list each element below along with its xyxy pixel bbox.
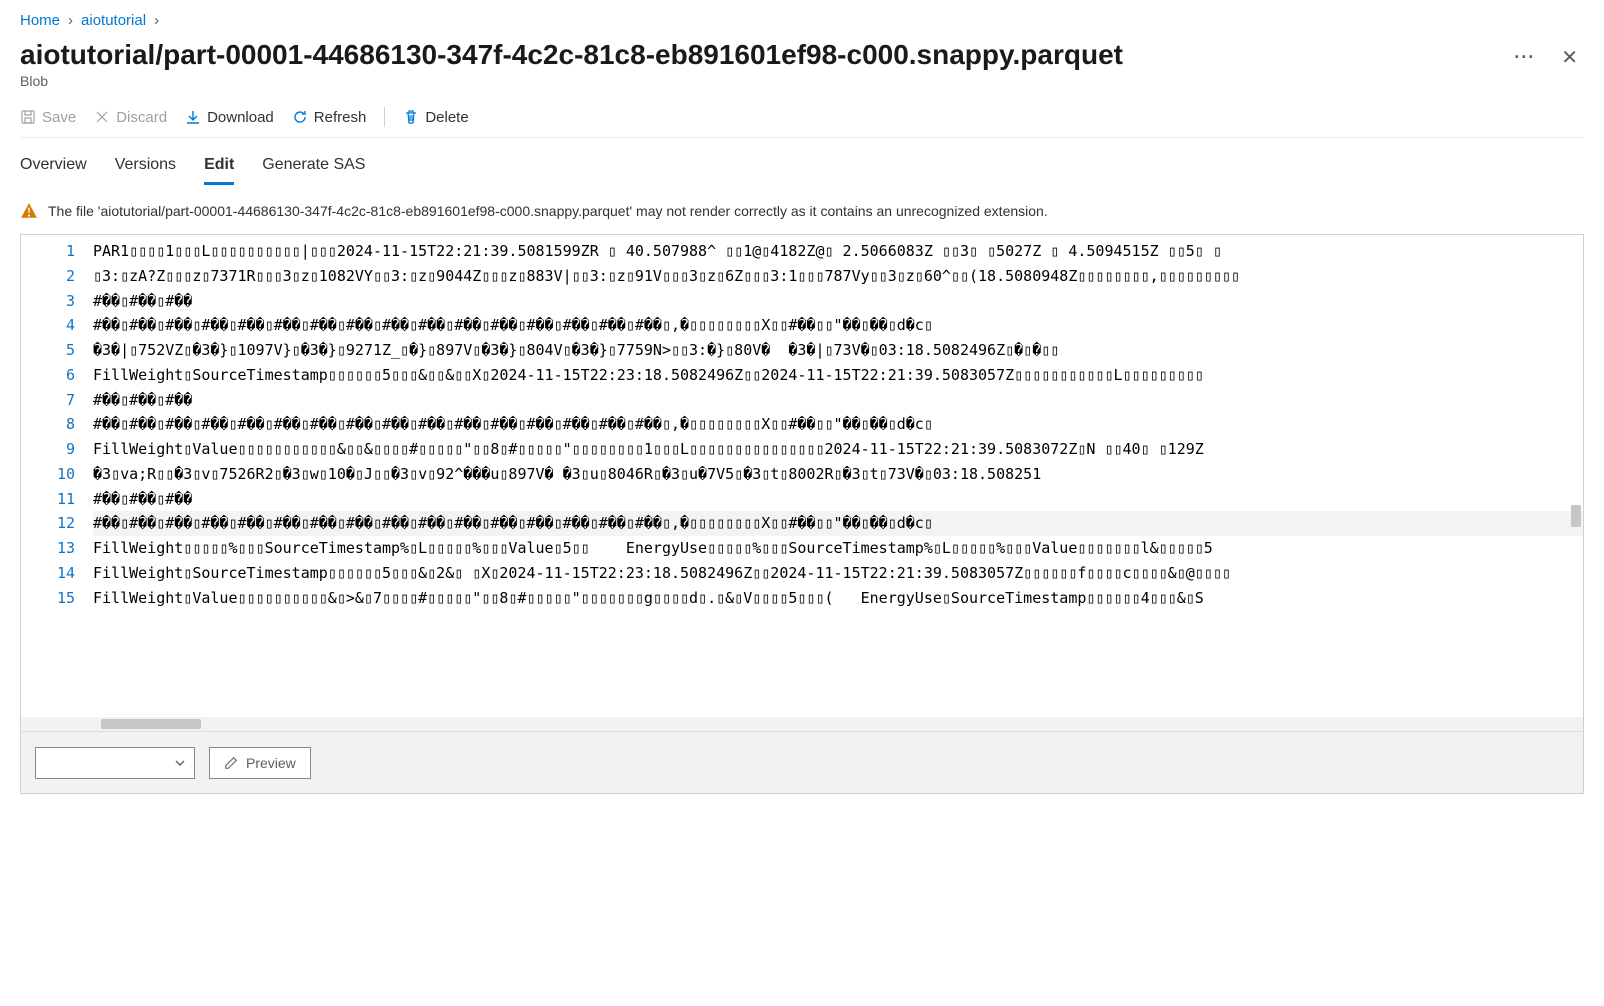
- toolbar: Save Discard Download Refresh Delete: [20, 107, 1584, 138]
- more-actions-button[interactable]: ···: [1514, 47, 1535, 68]
- breadcrumb-separator: ›: [68, 12, 73, 29]
- editor-footer: Preview: [21, 731, 1583, 793]
- tab-versions[interactable]: Versions: [115, 156, 176, 185]
- code-line[interactable]: FillWeight▯SourceTimestamp▯▯▯▯▯▯5▯▯▯&▯▯&…: [93, 363, 1583, 388]
- download-icon: [185, 109, 201, 125]
- tab-generate-sas[interactable]: Generate SAS: [262, 156, 365, 185]
- warning-banner: The file 'aiotutorial/part-00001-4468613…: [20, 202, 1584, 220]
- code-line[interactable]: FillWeight▯SourceTimestamp▯▯▯▯▯▯5▯▯▯&▯2&…: [93, 561, 1583, 586]
- breadcrumb-separator: ›: [154, 12, 159, 29]
- line-number: 2: [29, 264, 75, 289]
- code-line[interactable]: FillWeight▯Value▯▯▯▯▯▯▯▯▯▯&▯>&▯7▯▯▯▯#▯▯▯…: [93, 586, 1583, 611]
- breadcrumb-folder[interactable]: aiotutorial: [81, 12, 146, 29]
- line-gutter: 123456789101112131415: [21, 235, 93, 717]
- download-label: Download: [207, 109, 274, 126]
- chevron-down-icon: [174, 757, 186, 769]
- tab-edit[interactable]: Edit: [204, 156, 234, 185]
- line-number: 8: [29, 412, 75, 437]
- code-line[interactable]: #��▯#��▯#��▯#��▯#��▯#��▯#��▯#��▯#��▯#��▯…: [93, 511, 1583, 536]
- refresh-icon: [292, 109, 308, 125]
- close-button[interactable]: ✕: [1555, 48, 1584, 68]
- code-line[interactable]: #��▯#��▯#��: [93, 487, 1583, 512]
- discard-button[interactable]: Discard: [94, 109, 167, 126]
- save-label: Save: [42, 109, 76, 126]
- line-number: 13: [29, 536, 75, 561]
- page-subtitle: Blob: [20, 73, 1123, 89]
- delete-button[interactable]: Delete: [403, 109, 468, 126]
- toolbar-separator: [384, 107, 385, 127]
- line-number: 5: [29, 338, 75, 363]
- line-number: 9: [29, 437, 75, 462]
- code-area[interactable]: PAR1▯▯▯▯1▯▯▯L▯▯▯▯▯▯▯▯▯▯|▯▯▯2024-11-15T22…: [93, 235, 1583, 717]
- tab-bar: Overview Versions Edit Generate SAS: [20, 156, 1584, 186]
- delete-icon: [403, 109, 419, 125]
- line-number: 15: [29, 586, 75, 611]
- code-line[interactable]: #��▯#��▯#��▯#��▯#��▯#��▯#��▯#��▯#��▯#��▯…: [93, 412, 1583, 437]
- scrollbar-thumb[interactable]: [101, 719, 201, 729]
- warning-icon: [20, 202, 38, 220]
- refresh-label: Refresh: [314, 109, 367, 126]
- line-number: 1: [29, 239, 75, 264]
- code-line[interactable]: FillWeight▯▯▯▯▯%▯▯▯SourceTimestamp%▯L▯▯▯…: [93, 536, 1583, 561]
- page-title: aiotutorial/part-00001-44686130-347f-4c2…: [20, 39, 1123, 71]
- save-button[interactable]: Save: [20, 109, 76, 126]
- horizontal-scrollbar[interactable]: [21, 717, 1583, 731]
- preview-button[interactable]: Preview: [209, 747, 311, 779]
- code-line[interactable]: �3�|▯752VZ▯�3�}▯1097V}▯�3�}▯9271Z_▯�}▯89…: [93, 338, 1583, 363]
- refresh-button[interactable]: Refresh: [292, 109, 367, 126]
- line-number: 10: [29, 462, 75, 487]
- save-icon: [20, 109, 36, 125]
- file-editor: 123456789101112131415 PAR1▯▯▯▯1▯▯▯L▯▯▯▯▯…: [20, 234, 1584, 794]
- line-number: 14: [29, 561, 75, 586]
- breadcrumb: Home › aiotutorial ›: [20, 12, 1584, 29]
- delete-label: Delete: [425, 109, 468, 126]
- line-number: 6: [29, 363, 75, 388]
- discard-label: Discard: [116, 109, 167, 126]
- code-line[interactable]: FillWeight▯Value▯▯▯▯▯▯▯▯▯▯▯&▯▯&▯▯▯▯#▯▯▯▯…: [93, 437, 1583, 462]
- code-line[interactable]: PAR1▯▯▯▯1▯▯▯L▯▯▯▯▯▯▯▯▯▯|▯▯▯2024-11-15T22…: [93, 239, 1583, 264]
- line-number: 11: [29, 487, 75, 512]
- pencil-icon: [224, 756, 238, 770]
- vertical-scrollbar[interactable]: [1571, 505, 1581, 527]
- breadcrumb-home[interactable]: Home: [20, 12, 60, 29]
- line-number: 4: [29, 313, 75, 338]
- discard-icon: [94, 109, 110, 125]
- download-button[interactable]: Download: [185, 109, 274, 126]
- code-line[interactable]: #��▯#��▯#��: [93, 289, 1583, 314]
- line-number: 3: [29, 289, 75, 314]
- warning-text: The file 'aiotutorial/part-00001-4468613…: [48, 203, 1048, 219]
- tab-overview[interactable]: Overview: [20, 156, 87, 185]
- line-number: 12: [29, 511, 75, 536]
- code-line[interactable]: �3▯va;R▯▯�3▯v▯7526R2▯�3▯w▯10�▯J▯▯�3▯v▯92…: [93, 462, 1583, 487]
- code-line[interactable]: ▯3:▯zA?Z▯▯▯z▯7371R▯▯▯3▯z▯1082VY▯▯3:▯z▯90…: [93, 264, 1583, 289]
- language-dropdown[interactable]: [35, 747, 195, 779]
- preview-label: Preview: [246, 755, 296, 771]
- code-line[interactable]: #��▯#��▯#��▯#��▯#��▯#��▯#��▯#��▯#��▯#��▯…: [93, 313, 1583, 338]
- code-line[interactable]: #��▯#��▯#��: [93, 388, 1583, 413]
- line-number: 7: [29, 388, 75, 413]
